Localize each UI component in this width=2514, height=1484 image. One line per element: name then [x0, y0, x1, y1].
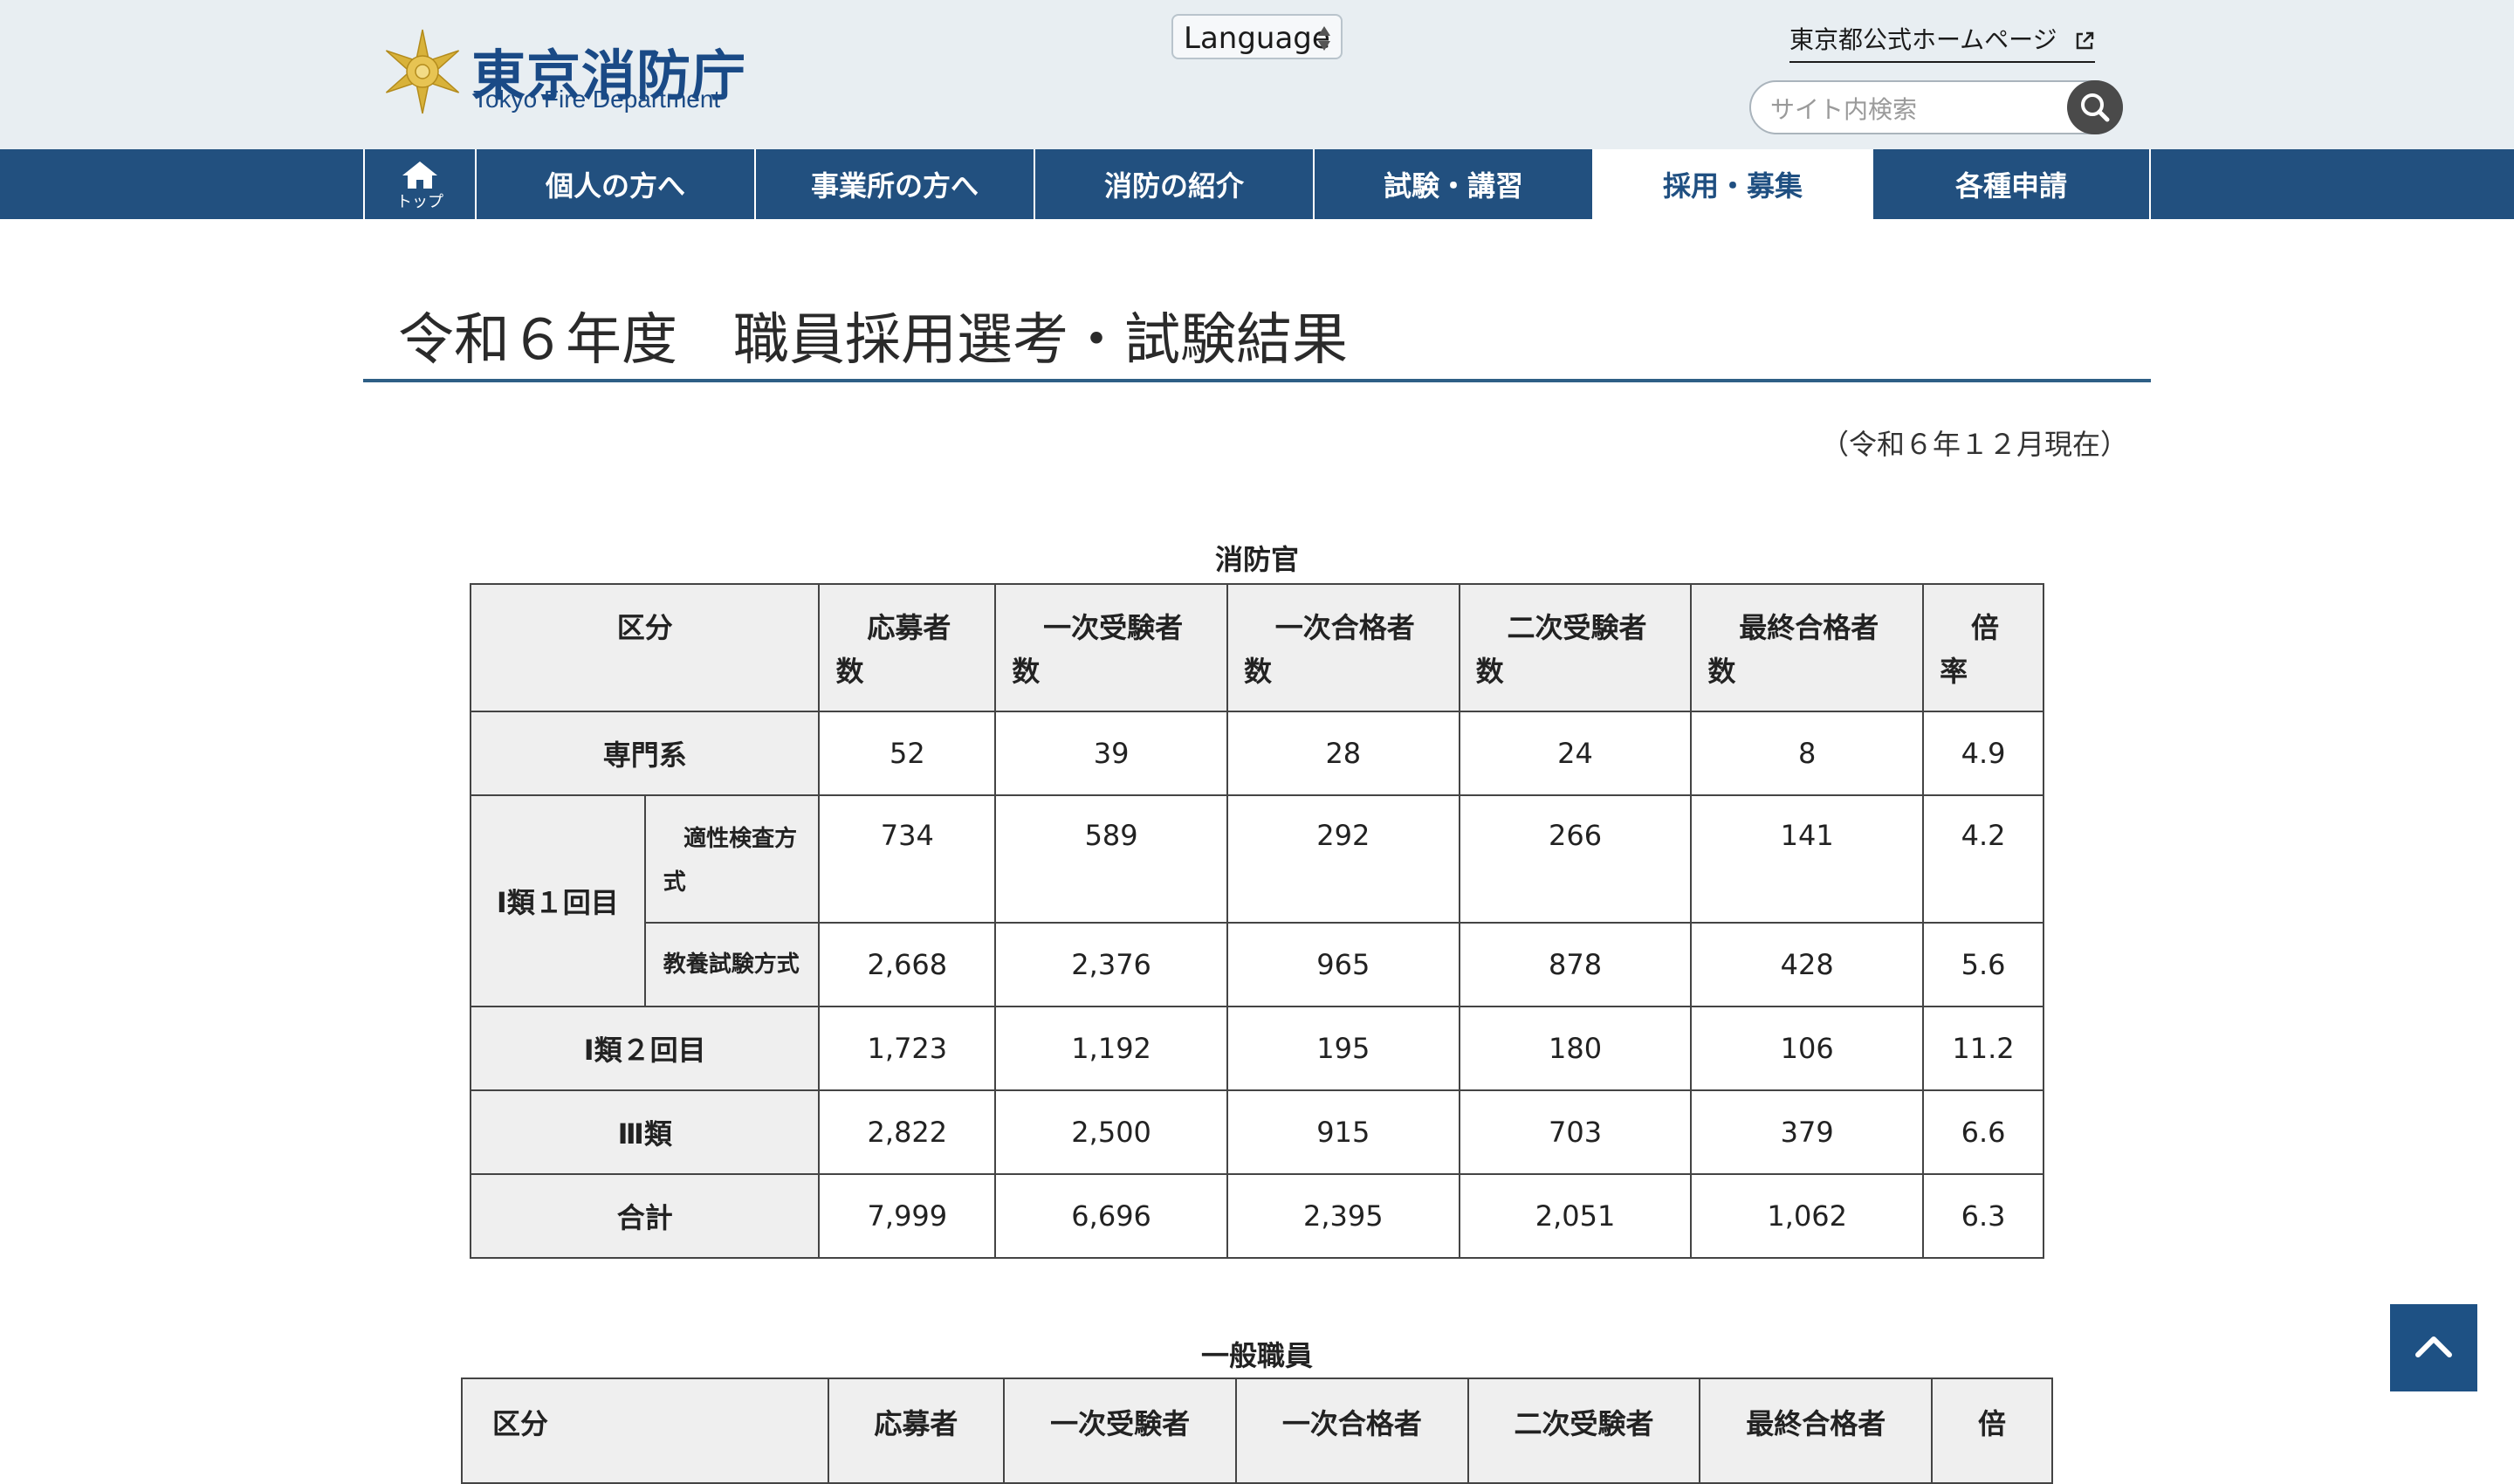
- row-label: Ⅰ類２回目: [469, 1006, 821, 1091]
- logo-english: Tokyo Fire Department: [473, 86, 721, 113]
- nav-item-applications[interactable]: 各種申請: [1872, 149, 2151, 219]
- cell-value: 52: [818, 711, 997, 796]
- header-final-passed: 最終合格者: [1699, 1378, 1934, 1484]
- row-group-label: Ⅰ類１回目: [470, 794, 646, 1007]
- cell-value: 24: [1458, 711, 1693, 796]
- cell-value: 878: [1458, 922, 1693, 1007]
- cell-value: 106: [1690, 1006, 1925, 1091]
- cell-value: 379: [1690, 1089, 1925, 1175]
- tmg-link-label: 東京都公式ホームページ: [1789, 25, 2057, 54]
- cell-value: 428: [1690, 922, 1925, 1007]
- cell-value: 5.6: [1922, 922, 2044, 1007]
- general-staff-results-table: 区分 応募者 一次受験者 一次合格者 二次受験者 最終合格者 倍: [461, 1378, 2053, 1484]
- cell-value: 703: [1458, 1089, 1693, 1175]
- language-select[interactable]: Language: [1171, 14, 1343, 59]
- table-row: 合計 7,999 6,696 2,395 2,051 1,062 6.3: [469, 1173, 2044, 1259]
- search-button[interactable]: [2067, 80, 2123, 134]
- nav-item-exams[interactable]: 試験・講習: [1313, 149, 1592, 219]
- nav-item-recruitment[interactable]: 採用・募集: [1592, 149, 1872, 219]
- cell-value: 28: [1226, 711, 1460, 796]
- header-first-passed: 一次合格者数: [1226, 583, 1460, 712]
- cell-value: 141: [1690, 794, 1925, 924]
- cell-value: 266: [1458, 794, 1693, 924]
- site-search: [1749, 80, 2123, 134]
- row-label-total: 合計: [469, 1173, 821, 1259]
- external-link-icon: [2076, 31, 2093, 50]
- cell-value: 915: [1226, 1089, 1460, 1175]
- nav-home-label: トップ: [396, 193, 443, 211]
- up-down-arrow-icon: [1318, 26, 1330, 51]
- cell-value: 292: [1226, 794, 1460, 924]
- row-label: Ⅲ類: [469, 1089, 821, 1175]
- cell-value: 11.2: [1922, 1006, 2044, 1091]
- cell-value: 4.9: [1922, 711, 2044, 796]
- emblem-icon: [385, 29, 460, 114]
- cell-value: 180: [1458, 1006, 1693, 1091]
- table-row: Ⅰ類１回目 適性検査方式 734 589 292 266 141 4.2: [470, 794, 2044, 1007]
- cell-value: 2,822: [818, 1089, 997, 1175]
- header-category: 区分: [461, 1378, 829, 1484]
- table-header-row: 区分 応募者数 一次受験者数 一次合格者数 二次受験者数 最終合格者数 倍率: [469, 583, 2044, 712]
- cell-value: 6,696: [994, 1173, 1228, 1259]
- row-label: 専門系: [469, 711, 821, 796]
- global-nav: トップ 個人の方へ 事業所の方へ 消防の紹介 試験・講習 採用・募集 各種申請: [0, 149, 2514, 219]
- nav-item-individuals[interactable]: 個人の方へ: [475, 149, 754, 219]
- cell-value: 2,395: [1226, 1173, 1460, 1259]
- cell-value: 589: [994, 794, 1228, 924]
- cell-value: 1,192: [994, 1006, 1228, 1091]
- tmg-official-link[interactable]: 東京都公式ホームページ: [1789, 21, 2095, 63]
- row-sublabel: 教養試験方式: [643, 922, 821, 1007]
- header-ratio: 倍率: [1922, 583, 2044, 712]
- table-header-row: 区分 応募者 一次受験者 一次合格者 二次受験者 最終合格者 倍: [461, 1378, 2053, 1484]
- header-first-examinees: 一次受験者数: [994, 583, 1228, 712]
- as-of-date: （令和６年１２月現在）: [1821, 428, 2129, 461]
- nav-item-top[interactable]: トップ: [363, 149, 475, 219]
- page-title: 令和６年度 職員採用選考・試験結果: [398, 308, 1348, 373]
- firefighters-results-table: 区分 応募者数 一次受験者数 一次合格者数 二次受験者数 最終合格者数 倍率 専…: [469, 583, 2044, 1259]
- table-caption-general-staff: 一般職員: [1201, 1339, 1314, 1372]
- cell-value: 39: [994, 711, 1228, 796]
- nav-item-businesses[interactable]: 事業所の方へ: [754, 149, 1034, 219]
- search-icon: [2081, 93, 2110, 122]
- table-caption-firefighters: 消防官: [1215, 543, 1300, 576]
- cell-value: 965: [1226, 922, 1460, 1007]
- header-applicants: 応募者数: [818, 583, 997, 712]
- site-logo[interactable]: 東京消防庁 Tokyo Fire Department: [381, 26, 747, 119]
- chevron-up-icon: [2415, 1336, 2452, 1357]
- cell-value: 4.2: [1922, 794, 2044, 924]
- cell-value: 8: [1690, 711, 1925, 796]
- cell-value: 195: [1226, 1006, 1460, 1091]
- header-second-examinees: 二次受験者数: [1458, 583, 1693, 712]
- back-to-top-button[interactable]: [2390, 1304, 2477, 1391]
- cell-value: 2,376: [994, 922, 1228, 1007]
- cell-value: 2,668: [818, 922, 997, 1007]
- search-input[interactable]: [1769, 91, 2051, 127]
- table-row: Ⅲ類 2,822 2,500 915 703 379 6.6: [469, 1089, 2044, 1175]
- header-ratio: 倍: [1931, 1378, 2053, 1484]
- header-final-passed: 最終合格者数: [1690, 583, 1925, 712]
- nav-item-about[interactable]: 消防の紹介: [1034, 149, 1313, 219]
- table-row: Ⅰ類２回目 1,723 1,192 195 180 106 11.2: [469, 1006, 2044, 1091]
- header-first-passed: 一次合格者: [1235, 1378, 1469, 1484]
- cell-value: 734: [818, 794, 997, 924]
- cell-value: 6.3: [1922, 1173, 2044, 1259]
- language-label: Language: [1184, 21, 1330, 56]
- title-underline: [363, 379, 2151, 382]
- header-first-examinees: 一次受験者: [1003, 1378, 1238, 1484]
- cell-value: 2,500: [994, 1089, 1228, 1175]
- cell-value: 6.6: [1922, 1089, 2044, 1175]
- table-row: 教養試験方式 2,668 2,376 965 878 428 5.6: [471, 922, 2044, 1007]
- header-category: 区分: [469, 583, 821, 712]
- table-row: 専門系 52 39 28 24 8 4.9: [469, 711, 2044, 796]
- header-second-examinees: 二次受験者: [1466, 1378, 1701, 1484]
- cell-value: 1,062: [1690, 1173, 1925, 1259]
- cell-value: 1,723: [818, 1006, 997, 1091]
- row-sublabel: 適性検査方式: [643, 794, 821, 924]
- header-applicants: 応募者: [827, 1378, 1006, 1484]
- site-header: 東京消防庁 Tokyo Fire Department Language 東京都…: [0, 0, 2514, 149]
- cell-value: 2,051: [1458, 1173, 1693, 1259]
- home-icon: [402, 161, 437, 189]
- cell-value: 7,999: [818, 1173, 997, 1259]
